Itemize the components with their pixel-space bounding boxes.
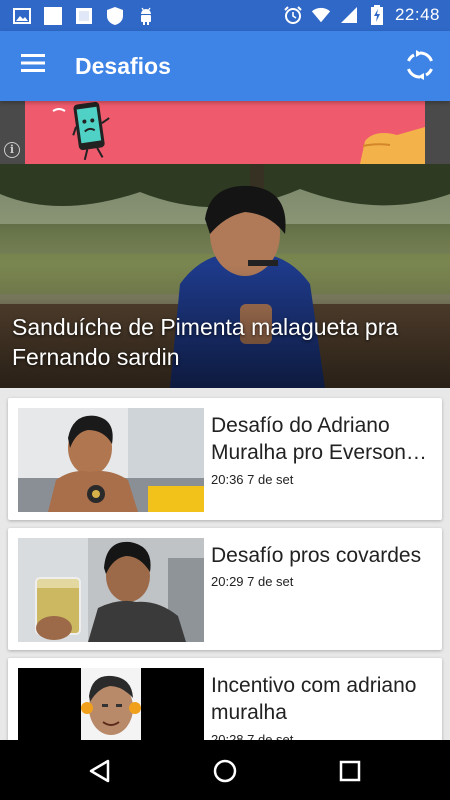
home-circle-icon[interactable] [211, 757, 239, 785]
video-title: Desafío pros covardes [211, 544, 422, 567]
ad-creative[interactable] [25, 101, 425, 164]
android-icon [136, 6, 156, 26]
ad-banner[interactable] [0, 101, 450, 164]
video-title: Incentivo com adriano muralha [211, 674, 417, 724]
status-bar: 22:48 [0, 0, 450, 31]
signal-icon [339, 5, 359, 25]
featured-title: Sanduíche de Pimenta malagueta pra Ferna… [12, 314, 399, 370]
alarm-icon [283, 5, 303, 25]
app-screen: 22:48 Desafios i Sanduíche de Pimenta ma… [0, 0, 450, 800]
video-list-item[interactable]: Desafío pros covardes 20:29 7 de set [8, 528, 442, 650]
video-title: Desafío do Adriano Muralha pro Everson… [211, 414, 427, 464]
video-timestamp: 20:29 7 de set [211, 574, 294, 589]
recents-square-icon[interactable] [336, 757, 364, 785]
back-triangle-icon[interactable] [86, 757, 114, 785]
status-bar-time: 22:48 [394, 5, 440, 24]
square-outline-icon [74, 6, 94, 26]
refresh-icon[interactable] [404, 49, 436, 81]
ad-info-icon[interactable]: i [4, 142, 20, 158]
battery-charging-icon [367, 5, 387, 25]
wifi-icon [311, 5, 331, 25]
image-icon [12, 6, 32, 26]
video-thumbnail [18, 408, 204, 512]
status-bar-notifications [12, 6, 156, 26]
video-timestamp: 20:36 7 de set [211, 472, 294, 487]
status-bar-system: 22:48 [283, 5, 440, 25]
video-list-item[interactable]: Desafío do Adriano Muralha pro Everson… … [8, 398, 442, 520]
video-thumbnail [18, 538, 204, 642]
featured-video[interactable]: Sanduíche de Pimenta malagueta pra Ferna… [0, 164, 450, 388]
page-title: Desafios [75, 53, 171, 79]
hamburger-menu-icon[interactable] [20, 53, 48, 79]
app-toolbar: Desafios [0, 31, 450, 101]
square-icon [43, 6, 63, 26]
shield-icon [105, 6, 125, 26]
system-nav-bar [0, 740, 450, 800]
